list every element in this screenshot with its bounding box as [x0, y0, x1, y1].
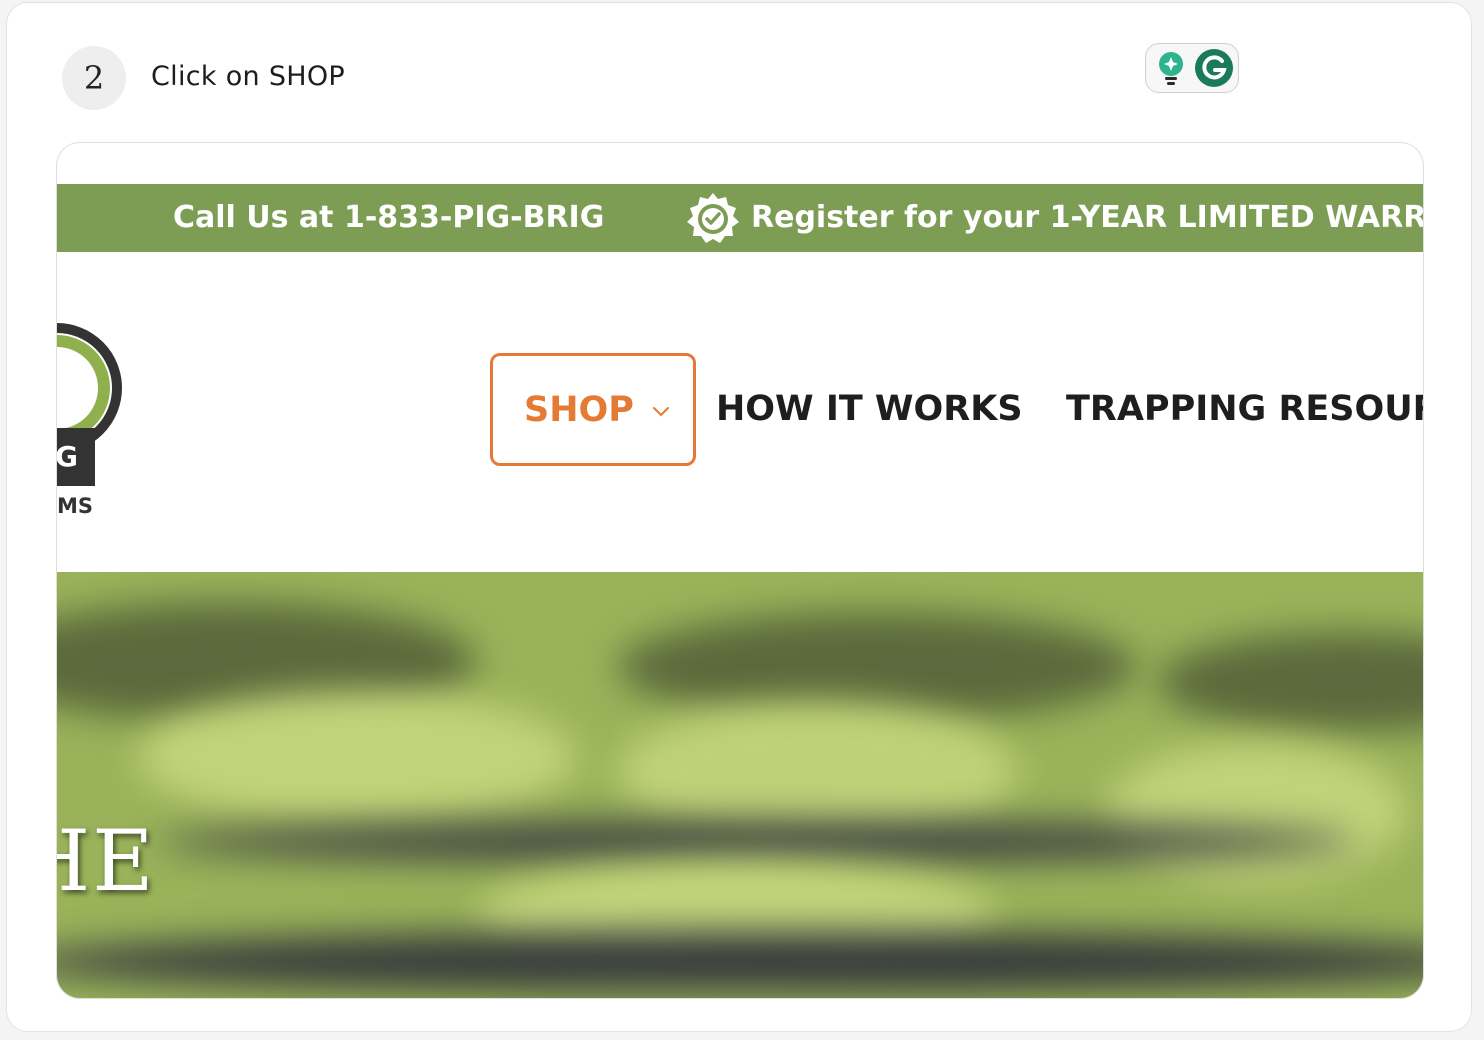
logo-tagline: MS [57, 494, 94, 518]
browser-extension-pill[interactable] [1145, 43, 1239, 93]
nav-how-it-works[interactable]: HOW IT WORKS [716, 389, 1023, 429]
call-us-link[interactable]: Call Us at 1-833-PIG-BRIG [173, 200, 604, 235]
step-instruction: Click on SHOP [151, 61, 346, 92]
hero-highlight [137, 692, 577, 822]
announcement-bar: Call Us at 1-833-PIG-BRIG Register for y… [57, 184, 1423, 252]
lightbulb-icon[interactable] [1156, 51, 1186, 87]
nav-shop-button[interactable]: SHOP [490, 353, 696, 466]
hero-shadow [57, 932, 1423, 992]
hero-shadow [1157, 632, 1423, 732]
hero-highlight [1107, 742, 1407, 882]
site-header: G MS SHOP HOW IT WORKS TRAPPING RESOUR [57, 252, 1423, 572]
grammarly-icon[interactable] [1194, 48, 1234, 88]
website-screenshot-frame: Call Us at 1-833-PIG-BRIG Register for y… [56, 142, 1424, 999]
warranty-seal-icon [687, 193, 739, 243]
hero-headline: HE [57, 812, 156, 910]
step-number-badge: 2 [62, 46, 126, 110]
nav-trapping-resources[interactable]: TRAPPING RESOUR [1066, 389, 1423, 429]
nav-shop-label: SHOP [524, 390, 634, 430]
hero-banner: HE [57, 572, 1423, 998]
hero-highlight [617, 702, 1017, 842]
chevron-down-icon [653, 407, 669, 417]
hero-shadow [157, 822, 1357, 862]
warranty-register-link[interactable]: Register for your 1-YEAR LIMITED WARRAN [751, 200, 1423, 235]
logo-wordmark[interactable]: G [57, 428, 95, 486]
